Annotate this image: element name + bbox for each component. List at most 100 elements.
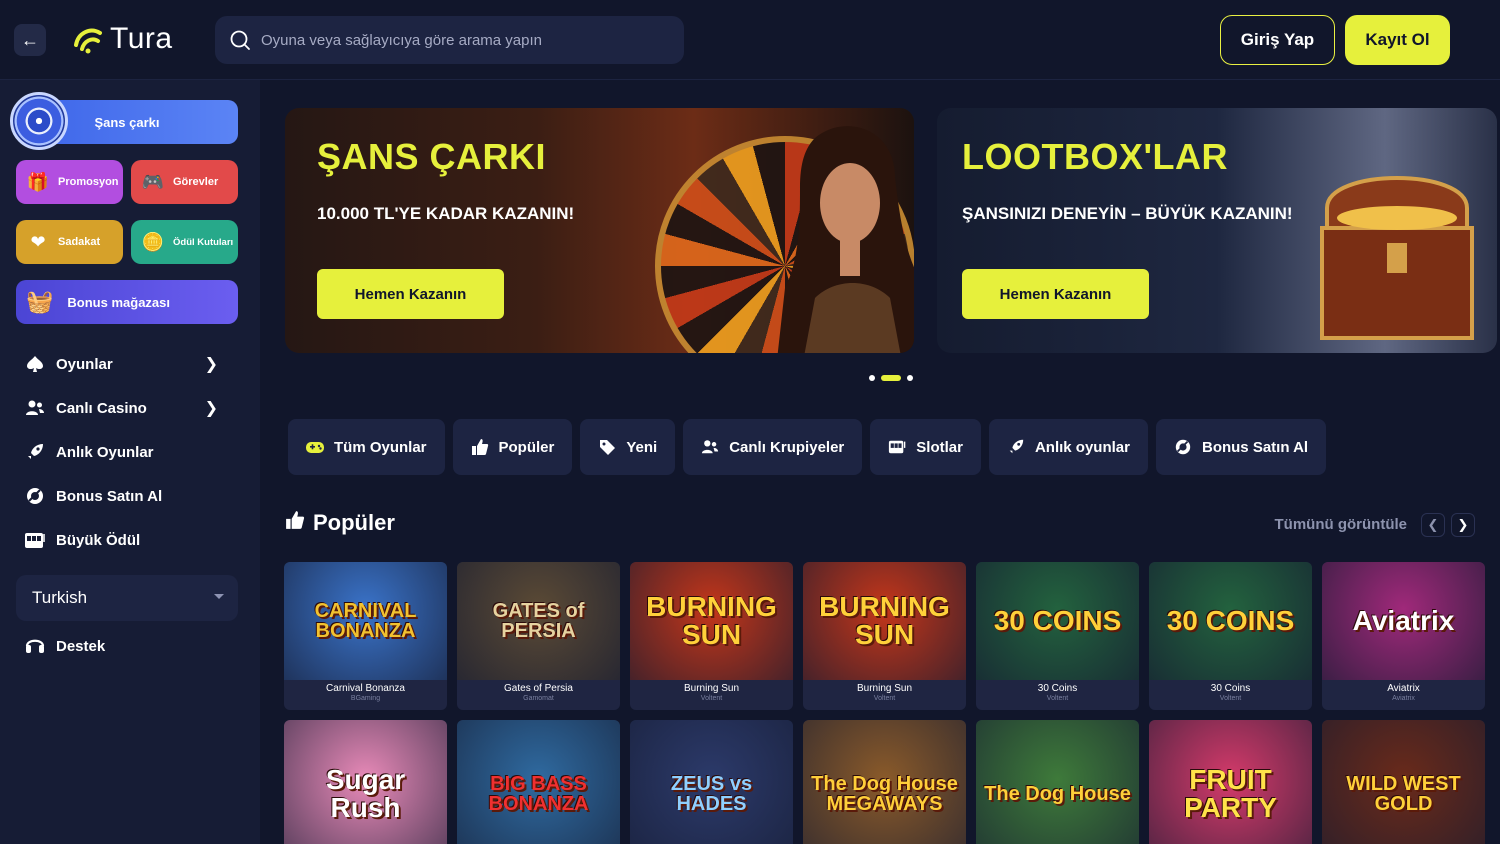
game-card[interactable]: WILD WEST GOLD (1322, 720, 1485, 844)
loyalty-button[interactable]: ❤ Sadakat (16, 220, 123, 264)
reward-boxes-button[interactable]: 🪙 Ödül Kutuları (131, 220, 238, 264)
game-name: Carnival Bonanza (326, 683, 405, 694)
game-card[interactable]: BIG BASS BONANZA (457, 720, 620, 844)
banner-subtitle: ŞANSINIZI DENEYİN – BÜYÜK KAZANIN! (962, 204, 1293, 223)
bonus-coin-icon (24, 485, 46, 507)
carousel-next-button[interactable]: ❯ (1451, 513, 1475, 537)
search-icon (230, 30, 250, 50)
tab-live-dealers[interactable]: Canlı Krupiyeler (683, 419, 863, 475)
gamepad-icon: 🎮 (141, 171, 165, 192)
game-art-title: FRUIT PARTY (1184, 764, 1277, 823)
game-art-title: Sugar Rush (325, 764, 406, 823)
users-icon (24, 397, 46, 419)
game-thumbnail: BURNING SUN (630, 562, 793, 680)
carousel-dot[interactable] (881, 375, 901, 381)
rocket-icon (1007, 438, 1025, 456)
support-link[interactable]: Destek (24, 628, 105, 664)
chevron-right-icon: ❯ (204, 356, 218, 373)
game-provider: Gamomat (523, 695, 554, 702)
banner-wheel-of-fortune[interactable]: ŞANS ÇARKI 10.000 TL'YE KADAR KAZANIN! H… (285, 108, 914, 353)
popular-section-header: Popüler Tümünü görüntüle ❮ ❯ (285, 508, 1475, 544)
sidebar-item-jackpot[interactable]: Büyük Ödül (16, 518, 238, 562)
see-all-link[interactable]: Tümünü görüntüle (1275, 516, 1407, 533)
game-provider: Voltent (1046, 695, 1069, 702)
game-thumbnail: 30 COINS (976, 562, 1139, 680)
tab-all-games[interactable]: Tüm Oyunlar (288, 419, 445, 475)
sidebar: Şans çarkı 🎁 Promosyon 🎮 Görevler ❤ Sada… (0, 80, 260, 844)
slot-machine-icon (24, 529, 46, 551)
game-thumbnail: Sugar Rush (284, 720, 447, 844)
tab-bonus-buy[interactable]: Bonus Satın Al (1155, 419, 1327, 475)
back-button[interactable]: ← (14, 24, 46, 56)
missions-button[interactable]: 🎮 Görevler (131, 160, 238, 204)
sidebar-item-label: Canlı Casino (56, 399, 147, 417)
sidebar-item-label: Oyunlar (56, 355, 113, 373)
promotions-label: Promosyon (58, 176, 119, 188)
sidebar-item-games[interactable]: Oyunlar ❯ (16, 342, 238, 386)
banner-cta-button[interactable]: Hemen Kazanın (317, 269, 504, 319)
game-thumbnail: 30 COINS (1149, 562, 1312, 680)
game-card[interactable]: The Dog House MEGAWAYS (803, 720, 966, 844)
register-button[interactable]: Kayıt Ol (1345, 15, 1450, 65)
game-thumbnail: The Dog House (976, 720, 1139, 844)
login-button[interactable]: Giriş Yap (1220, 15, 1335, 65)
arrow-left-icon: ← (21, 29, 39, 50)
game-card[interactable]: Aviatrix Aviatrix Aviatrix (1322, 562, 1485, 710)
carousel-prev-button[interactable]: ❮ (1421, 513, 1445, 537)
sidebar-item-instant-games[interactable]: Anlık Oyunlar (16, 430, 238, 474)
woman-image (777, 126, 914, 353)
tab-popular[interactable]: Popüler (452, 419, 573, 475)
rocket-icon (24, 441, 46, 463)
tab-new[interactable]: Yeni (580, 419, 676, 475)
games-row: CARNIVAL BONANZA Carnival Bonanza BGaming G… (284, 562, 1500, 710)
carousel-dot[interactable] (869, 375, 875, 381)
bonus-store-button[interactable]: 🧺 Bonus mağazası (16, 280, 238, 324)
game-thumbnail: The Dog House MEGAWAYS (803, 720, 966, 844)
gamepad-icon (306, 438, 324, 456)
users-icon (701, 438, 719, 456)
sidebar-item-label: Bonus Satın Al (56, 487, 163, 505)
promotions-button[interactable]: 🎁 Promosyon (16, 160, 123, 204)
game-art-title: WILD WEST GOLD (1346, 773, 1461, 815)
game-thumbnail: CARNIVAL BONANZA (284, 562, 447, 680)
wheel-icon (10, 92, 68, 150)
main-content: ŞANS ÇARKI 10.000 TL'YE KADAR KAZANIN! H… (260, 80, 1500, 844)
game-card[interactable]: FRUIT PARTY (1149, 720, 1312, 844)
loyalty-label: Sadakat (58, 236, 101, 248)
game-thumbnail: GATES of PERSIA (457, 562, 620, 680)
carousel-dots (869, 375, 913, 381)
search-bar[interactable] (215, 16, 684, 64)
game-card[interactable]: BURNING SUN Burning Sun Voltent (803, 562, 966, 710)
banner-cta-button[interactable]: Hemen Kazanın (962, 269, 1149, 319)
language-select[interactable]: Turkish (16, 575, 238, 621)
search-input[interactable] (261, 31, 661, 49)
game-card[interactable]: 30 COINS 30 Coins Voltent (976, 562, 1139, 710)
treasure-chest-image (1320, 176, 1474, 340)
game-thumbnail: BURNING SUN (803, 562, 966, 680)
brand-logo[interactable]: Tura (72, 22, 173, 56)
tab-slots[interactable]: Slotlar (870, 419, 981, 475)
banner-lootboxes[interactable]: LOOTBOX'LAR ŞANSINIZI DENEYİN – BÜYÜK KA… (937, 108, 1497, 353)
sidebar-item-bonus-buy[interactable]: Bonus Satın Al (16, 474, 238, 518)
sidebar-item-live-casino[interactable]: Canlı Casino ❯ (16, 386, 238, 430)
game-card[interactable]: ZEUS vs HADES (630, 720, 793, 844)
game-name: Burning Sun (856, 683, 913, 694)
tab-label: Bonus Satın Al (1201, 438, 1309, 456)
bonus-store-label: Bonus mağazası (67, 294, 170, 310)
game-card[interactable]: GATES of PERSIA Gates of Persia Gamomat (457, 562, 620, 710)
coin-icon: 🪙 (141, 231, 165, 252)
games-grid: CARNIVAL BONANZA Carnival Bonanza BGaming G… (284, 562, 1500, 844)
game-card[interactable]: The Dog House (976, 720, 1139, 844)
tab-instant-games[interactable]: Anlık oyunlar (988, 419, 1148, 475)
brand-name: Tura (110, 22, 173, 55)
game-card[interactable]: Sugar Rush (284, 720, 447, 844)
section-title-text: Popüler (313, 510, 395, 535)
game-card[interactable]: CARNIVAL BONANZA Carnival Bonanza BGaming (284, 562, 447, 710)
carousel-dot[interactable] (907, 375, 913, 381)
game-thumbnail: BIG BASS BONANZA (457, 720, 620, 844)
game-card[interactable]: BURNING SUN Burning Sun Voltent (630, 562, 793, 710)
game-card[interactable]: 30 COINS 30 Coins Voltent (1149, 562, 1312, 710)
thumbs-up-icon (285, 510, 305, 536)
wheel-of-fortune-button[interactable]: Şans çarkı (10, 92, 238, 150)
tab-label: Anlık oyunlar (1034, 438, 1130, 456)
